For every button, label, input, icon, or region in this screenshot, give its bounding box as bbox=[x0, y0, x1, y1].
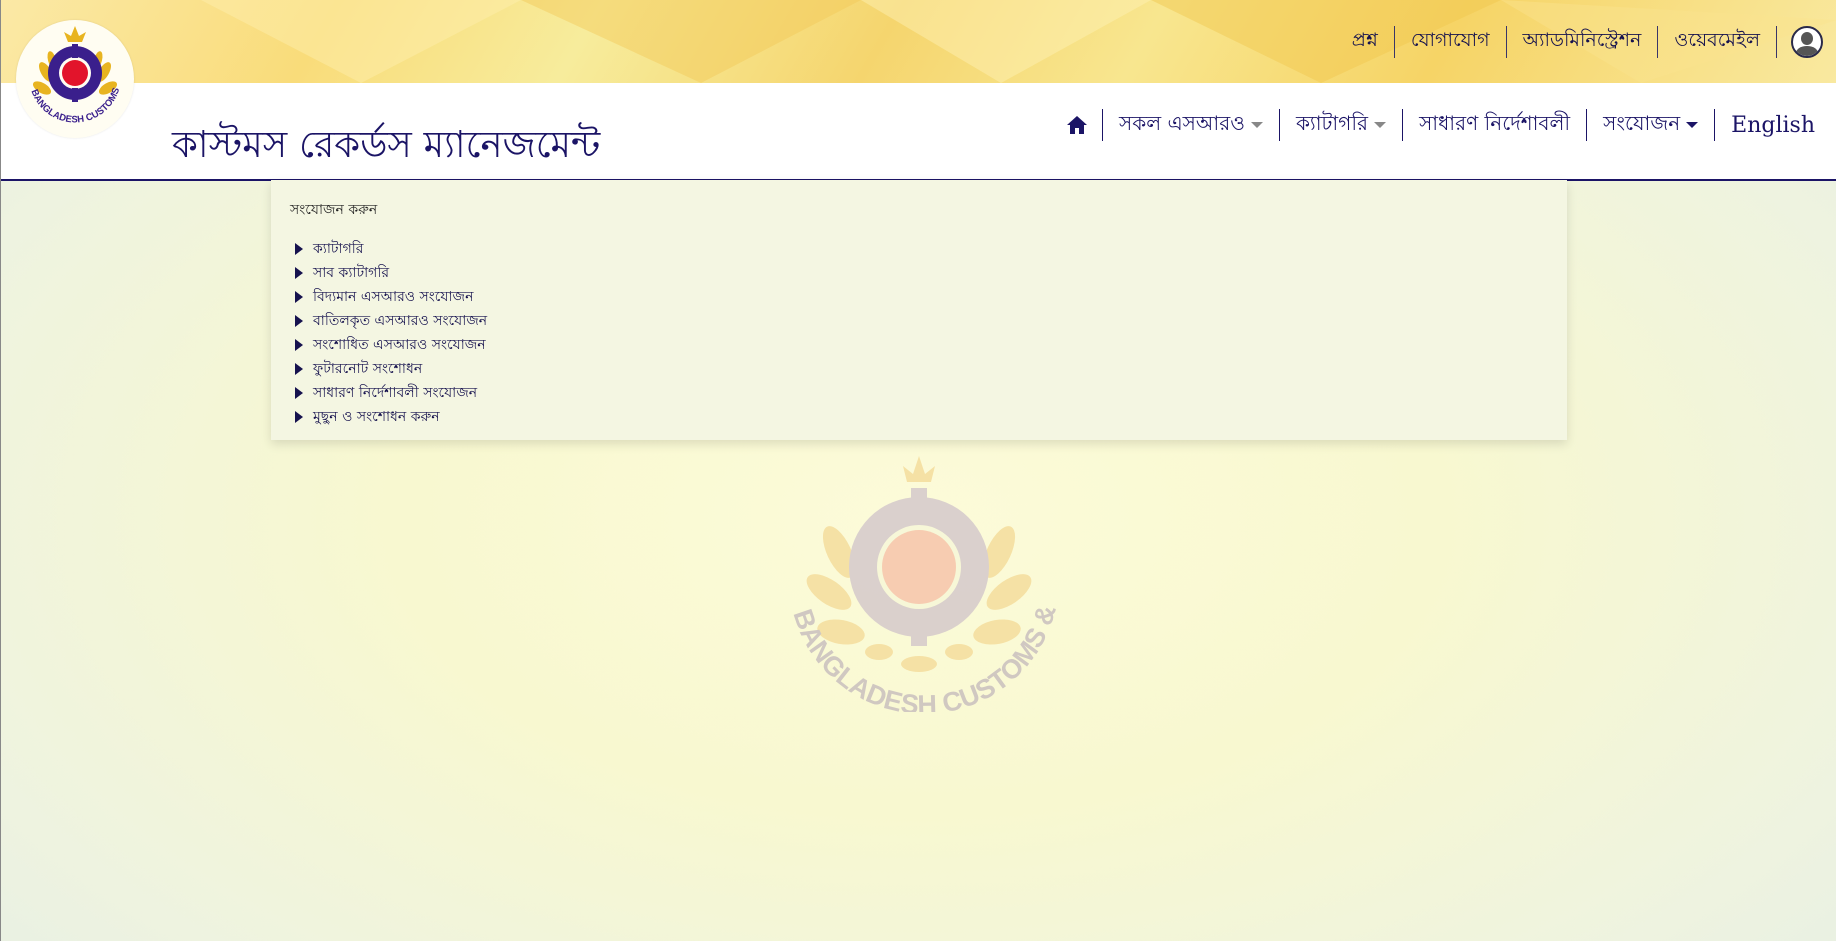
chevron-down-icon bbox=[1686, 122, 1699, 128]
main-nav: সকল এসআরও ক্যাটাগরি সাধারণ নির্দেশাবলী স… bbox=[1050, 105, 1836, 145]
customs-emblem: BANGLADESH CUSTOMS & VAT bbox=[770, 428, 1063, 720]
dropdown-item-subcategory[interactable]: সাব ক্যাটাগরি bbox=[295, 261, 487, 285]
top-links: প্রশ্ন যোগাযোগ অ্যাডমিনিস্ট্রেশন ওয়েবমে… bbox=[1336, 0, 1836, 83]
dropdown-item-label: সংশোধিত এসআরও সংযোজন bbox=[313, 337, 486, 353]
top-link-contact[interactable]: যোগাযোগ bbox=[1395, 27, 1506, 57]
language-toggle[interactable]: English bbox=[1715, 109, 1836, 141]
add-dropdown-menu: সংযোজন করুন ক্যাটাগরি সাব ক্যাটাগরি বিদ্… bbox=[271, 180, 1567, 440]
nav-category[interactable]: ক্যাটাগরি bbox=[1280, 109, 1402, 141]
dropdown-item-label: মুছুন ও সংশোধন করুন bbox=[313, 409, 440, 425]
home-icon[interactable] bbox=[1050, 109, 1102, 141]
chevron-down-icon bbox=[1250, 122, 1263, 128]
dropdown-item-label: সাধারণ নির্দেশাবলী সংযোজন bbox=[313, 385, 478, 401]
dropdown-item-label: ফুটারনোট সংশোধন bbox=[313, 361, 423, 377]
dropdown-header: সংযোজন করুন bbox=[290, 202, 378, 218]
nav-category-label: ক্যাটাগরি bbox=[1295, 110, 1369, 135]
customs-emblem: BANGLADESH CUSTOMS & VAT bbox=[13, 12, 123, 125]
chevron-down-icon bbox=[1374, 122, 1387, 128]
dropdown-item-label: সাব ক্যাটাগরি bbox=[313, 265, 390, 281]
top-banner: প্রশ্ন যোগাযোগ অ্যাডমিনিস্ট্রেশন ওয়েবমে… bbox=[1, 0, 1836, 83]
top-link-administration[interactable]: অ্যাডমিনিস্ট্রেশন bbox=[1507, 27, 1658, 57]
site-title[interactable]: কাস্টমস রেকর্ডস ম্যানেজমেন্ট bbox=[172, 115, 600, 178]
nav-all-sro[interactable]: সকল এসআরও bbox=[1103, 109, 1279, 141]
main-navbar: কাস্টমস রেকর্ডস ম্যানেজমেন্ট সকল এসআরও ক… bbox=[1, 83, 1836, 181]
nav-general-instructions[interactable]: সাধারণ নির্দেশাবলী bbox=[1403, 109, 1586, 141]
top-link-webmail[interactable]: ওয়েবমেইল bbox=[1658, 27, 1776, 57]
caret-right-icon bbox=[295, 243, 303, 255]
dropdown-item-category[interactable]: ক্যাটাগরি bbox=[295, 237, 487, 261]
dropdown-item-existing-sro[interactable]: বিদ্যমান এসআরও সংযোজন bbox=[295, 285, 487, 309]
caret-right-icon bbox=[295, 291, 303, 303]
dropdown-item-delete-edit[interactable]: মুছুন ও সংশোধন করুন bbox=[295, 405, 487, 429]
dropdown-item-label: ক্যাটাগরি bbox=[313, 241, 364, 257]
divider bbox=[1776, 25, 1777, 58]
nav-all-sro-label: সকল এসআরও bbox=[1118, 110, 1245, 135]
caret-right-icon bbox=[295, 411, 303, 423]
site-logo[interactable]: BANGLADESH CUSTOMS & VAT bbox=[13, 12, 134, 138]
caret-right-icon bbox=[295, 363, 303, 375]
dropdown-item-label: বাতিলকৃত এসআরও সংযোজন bbox=[313, 313, 488, 329]
watermark-emblem: BANGLADESH CUSTOMS & VAT bbox=[770, 428, 1069, 720]
dropdown-list: ক্যাটাগরি সাব ক্যাটাগরি বিদ্যমান এসআরও স… bbox=[295, 237, 487, 429]
caret-right-icon bbox=[295, 267, 303, 279]
nav-add[interactable]: সংযোজন bbox=[1587, 109, 1714, 141]
caret-right-icon bbox=[295, 339, 303, 351]
dropdown-item-footnote-edit[interactable]: ফুটারনোট সংশোধন bbox=[295, 357, 487, 381]
dropdown-item-label: বিদ্যমান এসআরও সংযোজন bbox=[313, 289, 474, 305]
user-icon[interactable] bbox=[1791, 25, 1823, 58]
top-link-questions[interactable]: প্রশ্ন bbox=[1336, 27, 1394, 57]
caret-right-icon bbox=[295, 315, 303, 327]
dropdown-item-amended-sro[interactable]: সংশোধিত এসআরও সংযোজন bbox=[295, 333, 487, 357]
caret-right-icon bbox=[295, 387, 303, 399]
dropdown-item-repealed-sro[interactable]: বাতিলকৃত এসআরও সংযোজন bbox=[295, 309, 487, 333]
dropdown-item-general-instructions[interactable]: সাধারণ নির্দেশাবলী সংযোজন bbox=[295, 381, 487, 405]
nav-add-label: সংযোজন bbox=[1603, 110, 1681, 135]
